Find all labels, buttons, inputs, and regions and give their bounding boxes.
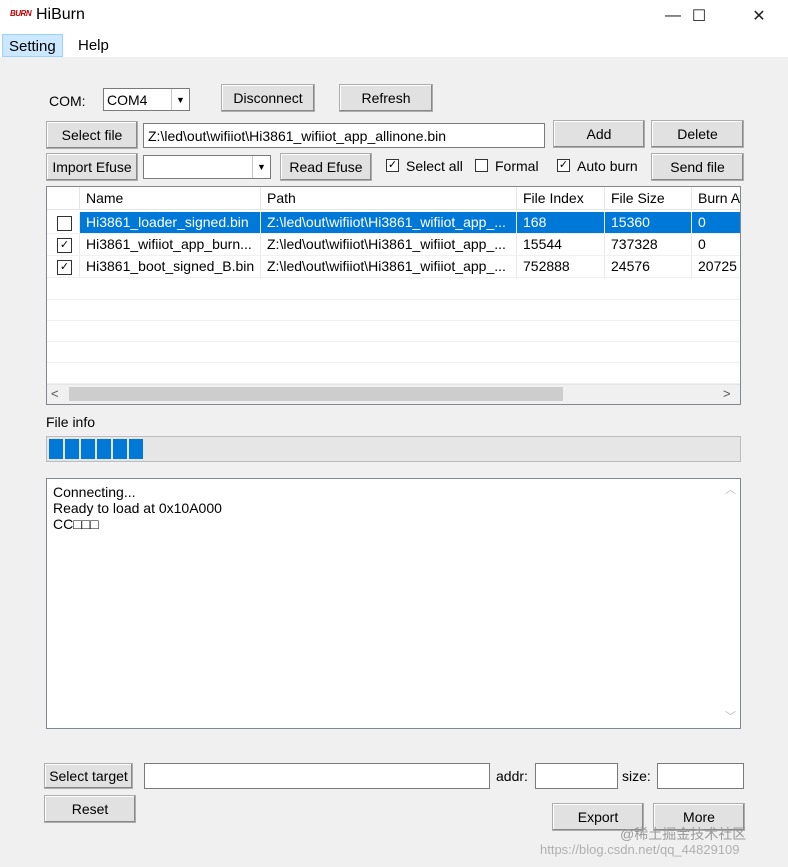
addr-label: addr: [496,768,528,784]
scroll-thumb[interactable] [69,387,563,401]
watermark: @稀土掘金技术社区 [620,826,747,842]
formal-checkbox[interactable] [475,159,488,172]
auto-burn-checkbox[interactable]: ✓ [557,159,570,172]
log-line: Ready to load at 0x10A000 [53,500,222,516]
select-file-button[interactable]: Select file [46,121,138,149]
window-title: HiBurn [36,6,85,23]
progress-block [113,439,127,459]
file-info-label: File info [46,414,96,430]
log-output[interactable]: Connecting... Ready to load at 0x10A000 … [46,478,741,729]
table-row[interactable]: ✓ Hi3861_boot_signed_B.bin Z:\led\out\wi… [47,256,740,278]
read-efuse-button[interactable]: Read Efuse [280,153,372,181]
row-file-index: 15544 [517,234,605,255]
empty-row [47,341,740,363]
scroll-down-icon[interactable]: ﹀ [725,708,736,724]
select-target-button[interactable]: Select target [44,763,133,789]
progress-bar [46,436,741,462]
delete-button[interactable]: Delete [651,120,744,148]
maximize-button[interactable]: ☐ [676,0,722,32]
row-name: Hi3861_wifiiot_app_burn... [80,234,261,255]
row-file-size: 24576 [605,256,692,277]
table-row[interactable]: ✓ Hi3861_loader_signed.bin Z:\led\out\wi… [47,212,740,234]
row-burn-addr: 20725 [692,256,740,277]
file-path-input[interactable]: Z:\led\out\wifiiot\Hi3861_wifiiot_app_al… [143,123,545,148]
close-button[interactable]: ✕ [736,0,782,32]
disconnect-button[interactable]: Disconnect [221,84,315,112]
row-checkbox-cell: ✓ [47,256,80,277]
vertical-scrollbar[interactable]: ︿ ﹀ [723,479,740,728]
col-path[interactable]: Path [261,187,517,209]
select-all-checkbox[interactable]: ✓ [386,159,399,172]
horizontal-scrollbar[interactable]: < > [47,384,740,404]
import-efuse-button[interactable]: Import Efuse [46,153,138,181]
size-input[interactable] [657,763,744,789]
row-name: Hi3861_loader_signed.bin [80,212,261,233]
target-input[interactable] [144,763,490,789]
row-file-size: 15360 [605,212,692,233]
chevron-down-icon[interactable]: ▼ [171,89,189,110]
menu-setting[interactable]: Setting [2,34,63,57]
col-name[interactable]: Name [80,187,261,209]
row-file-size: 737328 [605,234,692,255]
com-select-value: COM4 [107,91,148,108]
log-line: Connecting... [53,484,136,500]
app-logo-icon: BURN [10,9,32,18]
row-checkbox-cell: ✓ [47,234,80,255]
empty-row [47,320,740,342]
row-path: Z:\led\out\wifiiot\Hi3861_wifiiot_app_..… [261,212,517,233]
empty-row [47,278,740,300]
progress-block [49,439,63,459]
col-check [47,187,80,209]
col-burn-addr[interactable]: Burn A [692,187,740,209]
table-header: Name Path File Index File Size Burn A [47,187,740,210]
row-path: Z:\led\out\wifiiot\Hi3861_wifiiot_app_..… [261,234,517,255]
chevron-down-icon[interactable]: ▼ [252,156,270,178]
row-checkbox[interactable]: ✓ [57,216,72,231]
progress-block [81,439,95,459]
progress-block [97,439,111,459]
row-file-index: 168 [517,212,605,233]
com-label: COM: [49,93,86,109]
scroll-left-icon[interactable]: < [51,386,63,402]
table-row[interactable]: ✓ Hi3861_wifiiot_app_burn... Z:\led\out\… [47,234,740,256]
formal-label: Formal [495,158,539,174]
log-line: CC□□□ [53,516,99,532]
menu-bar: Setting Help [0,32,788,57]
col-file-index[interactable]: File Index [517,187,605,209]
title-bar: BURN HiBurn — ☐ ✕ [0,0,788,32]
com-select[interactable]: COM4 ▼ [103,88,190,111]
watermark-url: https://blog.csdn.net/qq_44829109 [540,842,740,857]
size-label: size: [622,768,651,784]
progress-block [65,439,79,459]
add-button[interactable]: Add [553,120,645,148]
efuse-select[interactable]: ▼ [143,155,271,179]
menu-help[interactable]: Help [72,34,115,57]
auto-burn-label: Auto burn [577,158,638,174]
empty-row [47,299,740,321]
reset-button[interactable]: Reset [44,795,136,823]
row-burn-addr: 0 [692,234,740,255]
select-all-label: Select all [406,158,463,174]
send-file-button[interactable]: Send file [651,153,744,181]
row-checkbox-cell: ✓ [47,212,80,233]
row-checkbox[interactable]: ✓ [57,238,72,253]
empty-row [47,362,740,384]
row-burn-addr: 0 [692,212,740,233]
row-path: Z:\led\out\wifiiot\Hi3861_wifiiot_app_..… [261,256,517,277]
row-name: Hi3861_boot_signed_B.bin [80,256,261,277]
row-checkbox[interactable]: ✓ [57,260,72,275]
col-file-size[interactable]: File Size [605,187,692,209]
scroll-right-icon[interactable]: > [723,386,735,402]
refresh-button[interactable]: Refresh [339,84,433,112]
addr-input[interactable] [535,763,618,789]
row-file-index: 752888 [517,256,605,277]
scroll-up-icon[interactable]: ︿ [725,481,736,497]
file-table: Name Path File Index File Size Burn A ✓ … [46,186,741,405]
progress-block [129,439,143,459]
